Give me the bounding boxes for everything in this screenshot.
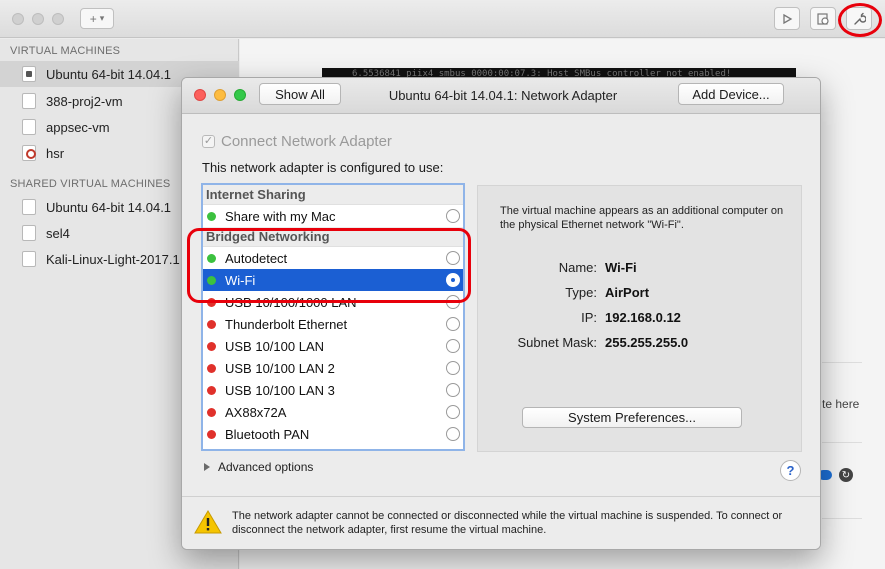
connect-adapter-checkbox[interactable]: ✓ — [202, 135, 215, 148]
warning-message: The network adapter cannot be connected … — [232, 510, 783, 536]
info-row-subnet: Subnet Mask: 255.255.255.0 — [478, 335, 803, 350]
info-row-ip: IP: 192.168.0.12 — [478, 310, 803, 325]
network-option-label: Share with my Mac — [225, 208, 336, 224]
radio-button[interactable] — [446, 383, 460, 397]
radio-button[interactable] — [446, 209, 460, 223]
help-button[interactable]: ? — [780, 460, 801, 481]
radio-button[interactable] — [446, 317, 460, 331]
annotation-rectangle-bridged — [187, 228, 471, 303]
radio-button[interactable] — [446, 339, 460, 353]
show-all-button[interactable]: Show All — [259, 83, 341, 105]
dialog-titlebar: Ubuntu 64-bit 14.04.1: Network Adapter S… — [182, 78, 820, 114]
play-icon — [783, 13, 793, 24]
info-key: Subnet Mask: — [517, 335, 598, 350]
network-option-usb-lan[interactable]: USB 10/100 LAN — [203, 335, 463, 357]
sidebar-item-label: Kali-Linux-Light-2017.1 — [46, 251, 180, 267]
vm-icon — [22, 93, 36, 109]
sidebar-item-label: Ubuntu 64-bit 14.04.1 — [46, 66, 172, 82]
refresh-icon[interactable]: ↻ — [839, 468, 853, 482]
info-key: Name: — [558, 260, 597, 275]
snapshot-icon — [817, 12, 829, 25]
status-dot-red — [207, 341, 216, 351]
sidebar-item-label: sel4 — [46, 225, 70, 241]
divider — [822, 442, 862, 443]
status-dot-red — [207, 363, 216, 373]
network-option-usb-lan-2[interactable]: USB 10/100 LAN 2 — [203, 357, 463, 379]
info-row-type: Type: AirPort — [478, 285, 803, 300]
radio-button[interactable] — [446, 405, 460, 419]
sidebar-item-label: appsec-vm — [46, 119, 110, 135]
sidebar-item-label: hsr — [46, 145, 65, 161]
network-option-usb-lan-3[interactable]: USB 10/100 LAN 3 — [203, 379, 463, 401]
vm-hsr-icon — [22, 145, 36, 161]
adapter-info-panel: The virtual machine appears as an additi… — [477, 185, 802, 452]
vm-icon — [22, 251, 36, 267]
warning-icon — [194, 510, 222, 534]
network-option-label: AX88x72A — [225, 404, 287, 420]
sidebar-item-label: 388-proj2-vm — [46, 93, 123, 109]
info-value: AirPort — [605, 285, 650, 300]
network-option-bluetooth-pan[interactable]: Bluetooth PAN — [203, 423, 463, 445]
advanced-options-label: Advanced options — [218, 460, 314, 474]
sidebar-header-virtual-machines: VIRTUAL MACHINES — [10, 45, 121, 57]
radio-button[interactable] — [446, 361, 460, 375]
network-source-list[interactable]: Internet Sharing Share with my Mac Bridg… — [201, 183, 465, 451]
divider — [822, 518, 862, 519]
info-row-name: Name: Wi-Fi — [478, 260, 803, 275]
advanced-options-disclosure[interactable]: Advanced options — [204, 460, 313, 474]
add-vm-button[interactable]: + ▾ — [80, 8, 114, 29]
status-dot-red — [207, 407, 216, 417]
info-value: Wi-Fi — [605, 260, 637, 275]
status-dot-green — [207, 211, 216, 221]
vm-running-icon — [22, 66, 36, 82]
info-key: IP: — [581, 310, 597, 325]
status-dot-red — [207, 319, 216, 329]
chevron-down-icon: ▾ — [99, 13, 105, 23]
disclosure-triangle-icon — [204, 463, 210, 471]
annotation-circle-settings — [838, 3, 882, 37]
vm-icon — [22, 225, 36, 241]
info-key: Type: — [565, 285, 597, 300]
add-device-button[interactable]: Add Device... — [678, 83, 784, 105]
info-description: The virtual machine appears as an additi… — [500, 205, 784, 231]
network-option-label: USB 10/100 LAN 2 — [225, 360, 335, 376]
network-option-ax88x72a[interactable]: AX88x72A — [203, 401, 463, 423]
zoom-window-button[interactable] — [52, 13, 64, 25]
radio-button[interactable] — [446, 427, 460, 441]
network-adapter-dialog: Ubuntu 64-bit 14.04.1: Network Adapter S… — [181, 77, 821, 550]
network-option-label: USB 10/100 LAN 3 — [225, 382, 335, 398]
config-description: This network adapter is configured to us… — [202, 160, 444, 175]
network-option-label: Bluetooth PAN — [225, 426, 310, 442]
minimize-window-button[interactable] — [32, 13, 44, 25]
status-dot-red — [207, 385, 216, 395]
vm-icon — [22, 119, 36, 135]
background-peek-text: te here — [822, 397, 860, 411]
network-option-label: USB 10/100 LAN — [225, 338, 325, 354]
sidebar-item-label: Ubuntu 64-bit 14.04.1 — [46, 199, 172, 215]
connect-adapter-checkbox-row[interactable]: ✓ Connect Network Adapter — [202, 133, 392, 150]
play-button[interactable] — [774, 7, 800, 30]
network-option-label: Thunderbolt Ethernet — [225, 316, 348, 332]
info-value: 192.168.0.12 — [605, 310, 681, 325]
info-value: 255.255.255.0 — [605, 335, 689, 350]
connect-adapter-label: Connect Network Adapter — [221, 133, 392, 150]
snapshot-button[interactable] — [810, 7, 836, 30]
status-dot-red — [207, 429, 216, 439]
network-option-thunderbolt[interactable]: Thunderbolt Ethernet — [203, 313, 463, 335]
sidebar-header-shared: SHARED VIRTUAL MACHINES — [10, 178, 171, 190]
close-window-button[interactable] — [12, 13, 24, 25]
main-toolbar: + ▾ — [0, 0, 885, 38]
system-preferences-button[interactable]: System Preferences... — [522, 407, 742, 428]
plus-icon: + — [89, 11, 97, 26]
divider — [822, 362, 862, 363]
vm-icon — [22, 199, 36, 215]
warning-bar: The network adapter cannot be connected … — [182, 496, 820, 549]
network-option-share-with-mac[interactable]: Share with my Mac — [203, 205, 463, 227]
group-header-internet-sharing: Internet Sharing — [203, 185, 463, 205]
